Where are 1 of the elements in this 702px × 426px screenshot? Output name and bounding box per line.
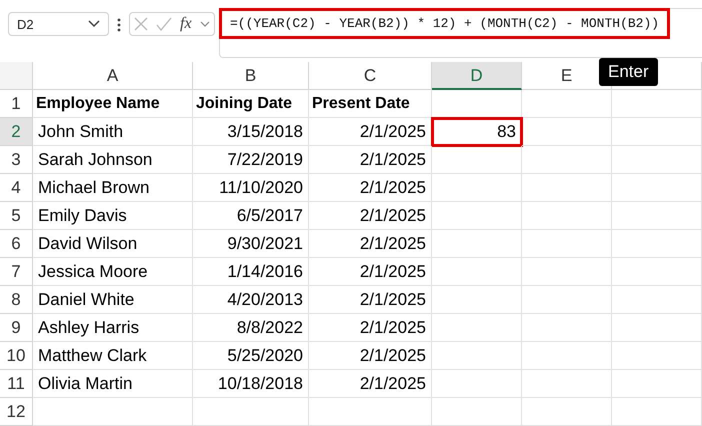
tooltip: Enter — [599, 58, 658, 86]
